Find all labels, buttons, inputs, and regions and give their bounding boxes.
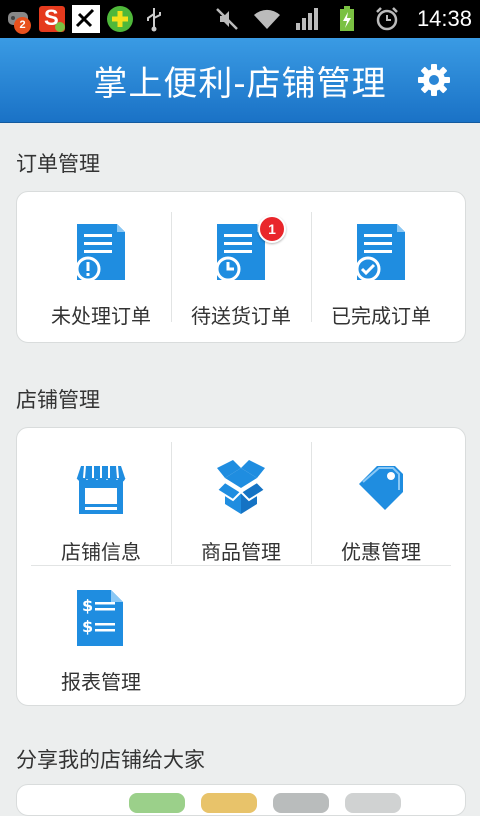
store-info-label: 店铺信息: [61, 540, 141, 564]
order-unprocessed-button[interactable]: 未处理订单: [31, 192, 171, 342]
promotion-management-label: 优惠管理: [341, 540, 421, 564]
share-more-button[interactable]: [345, 793, 401, 813]
mute-media-icon: [72, 5, 100, 33]
usb-icon: [140, 5, 168, 33]
tag-icon: [359, 466, 403, 510]
signal-icon: [293, 5, 321, 33]
share-wechat-button[interactable]: [129, 793, 185, 813]
share-section-title: 分享我的店铺给大家: [16, 748, 205, 772]
status-bar-system: 14:38: [213, 4, 472, 34]
sogou-letter: S: [44, 5, 59, 30]
order-pending-delivery-label: 待送货订单: [191, 304, 291, 328]
report-management-label: 报表管理: [61, 670, 141, 694]
store-section-title: 店铺管理: [16, 388, 100, 412]
security-plus-icon: [106, 5, 134, 33]
wifi-icon: [253, 5, 281, 33]
sogou-input-icon: S: [38, 5, 66, 33]
order-pending-delivery-button[interactable]: 待送货订单: [171, 192, 311, 342]
alarm-icon: [373, 5, 401, 33]
box-icon: [215, 460, 267, 514]
order-section-title: 订单管理: [16, 152, 100, 176]
settings-button[interactable]: [416, 62, 452, 98]
share-weibo-button[interactable]: [201, 793, 257, 813]
order-card: 未处理订单 待送货订单 1 已完成订单: [16, 191, 466, 343]
status-bar: 2 S 14:38: [0, 0, 480, 38]
store-card: 店铺信息 商品管理 优惠管理 $ $ 报表管理: [16, 427, 466, 706]
divider: [31, 565, 451, 566]
silent-mode-icon: [213, 5, 241, 33]
status-bar-time: 14:38: [416, 6, 472, 31]
svg-text:$: $: [82, 617, 93, 636]
report-management-button[interactable]: $ $ 报表管理: [31, 568, 171, 718]
order-completed-icon: [355, 224, 405, 282]
page-title: 掌上便利-店铺管理: [93, 64, 387, 104]
gear-icon: [418, 64, 450, 96]
status-bar-notifications: 2 S: [4, 4, 168, 34]
svg-text:$: $: [82, 596, 93, 615]
order-completed-label: 已完成订单: [331, 304, 431, 328]
pending-order-badge: 1: [258, 215, 286, 243]
storefront-icon: [76, 465, 126, 514]
order-unprocessed-icon: [75, 224, 125, 282]
share-strip: [16, 784, 466, 816]
promotion-management-button[interactable]: 优惠管理: [311, 428, 451, 578]
product-management-label: 商品管理: [201, 540, 281, 564]
order-completed-button[interactable]: 已完成订单: [311, 192, 451, 342]
order-unprocessed-label: 未处理订单: [51, 304, 151, 328]
title-bar: 掌上便利-店铺管理: [0, 38, 480, 123]
product-management-button[interactable]: 商品管理: [171, 428, 311, 578]
share-sms-button[interactable]: [273, 793, 329, 813]
notification-count-badge: 2: [14, 17, 31, 34]
report-icon: $ $: [77, 590, 123, 646]
store-info-button[interactable]: 店铺信息: [31, 428, 171, 578]
gamepad-icon: 2: [4, 5, 32, 34]
battery-charging-icon: [333, 5, 361, 33]
